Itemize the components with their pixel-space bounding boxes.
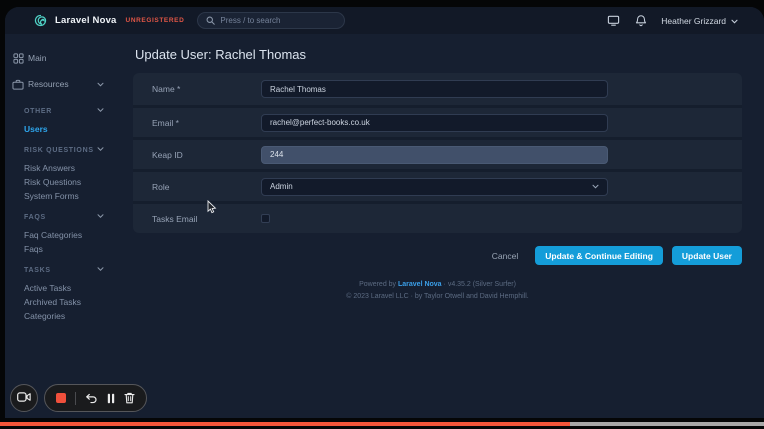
- pause-icon: [107, 393, 115, 403]
- chevron-down-icon: [97, 108, 104, 115]
- pause-button[interactable]: [107, 393, 115, 404]
- footer-powered-by: Powered by: [359, 281, 398, 288]
- footer-line1: Powered by Laravel Nova · v4.35.2 (Silve…: [133, 279, 742, 291]
- keap-id-field: [261, 145, 608, 164]
- form-actions: Cancel Update & Continue Editing Update …: [133, 246, 742, 265]
- video-progress-fill: [0, 422, 570, 426]
- chevron-down-icon: [97, 214, 104, 221]
- grid-icon: [12, 52, 24, 64]
- chevron-down-icon: [592, 182, 599, 191]
- chevron-down-icon: [97, 267, 104, 274]
- sidebar-item-label: Main: [28, 53, 47, 63]
- recording-controls: [10, 384, 147, 412]
- role-selected-value: Admin: [270, 182, 293, 191]
- recorder-toolbar: [44, 384, 147, 412]
- user-name: Heather Grizzard: [661, 15, 726, 26]
- sidebar-item-faq-categories[interactable]: Faq Categories: [5, 228, 130, 242]
- sidebar-item-risk-answers[interactable]: Risk Answers: [5, 161, 130, 175]
- page-title: Update User: Rachel Thomas: [135, 47, 307, 62]
- app-title: Laravel Nova: [55, 15, 117, 26]
- form-row-name: Name *: [133, 73, 742, 105]
- sidebar-item-resources[interactable]: Resources: [5, 71, 130, 97]
- video-camera-icon: [17, 389, 31, 407]
- role-select[interactable]: Admin: [261, 177, 608, 196]
- sidebar-item-system-forms[interactable]: System Forms: [5, 189, 130, 203]
- sidebar-item-users[interactable]: Users: [5, 122, 130, 136]
- group-header-label: RISK QUESTIONS: [24, 146, 94, 154]
- theme-screen-icon[interactable]: [607, 14, 620, 27]
- update-continue-button[interactable]: Update & Continue Editing: [535, 246, 663, 265]
- group-header-label: OTHER: [24, 107, 52, 115]
- sidebar-item-risk-questions[interactable]: Risk Questions: [5, 175, 130, 189]
- search-input[interactable]: Press / to search: [197, 12, 346, 30]
- sidebar-item-categories[interactable]: Categories: [5, 309, 130, 323]
- update-user-form: Name * Email * Keap ID Role: [133, 73, 742, 233]
- laravel-nova-logo-icon: [33, 13, 48, 28]
- footer-version: · v4.35.2 (Silver Surfer): [441, 281, 516, 288]
- video-frame: Laravel Nova UNREGISTERED Press / to sea…: [0, 0, 764, 429]
- search-icon: [206, 12, 216, 30]
- undo-button[interactable]: [85, 393, 98, 404]
- chevron-down-icon: [731, 16, 738, 26]
- briefcase-icon: [12, 78, 24, 90]
- sidebar-item-faqs[interactable]: Faqs: [5, 242, 130, 256]
- sidebar-group-other[interactable]: OTHER: [5, 105, 130, 117]
- undo-icon: [86, 393, 97, 403]
- sidebar-item-main[interactable]: Main: [5, 45, 130, 71]
- main-content: Update User: Rachel Thomas Name * Email …: [130, 34, 764, 418]
- email-label: Email *: [152, 117, 179, 128]
- search-placeholder: Press / to search: [220, 16, 281, 25]
- form-row-role: Role Admin: [133, 169, 742, 201]
- sidebar-group-risk-questions[interactable]: RISK QUESTIONS: [5, 144, 130, 156]
- recorder-divider: [75, 391, 76, 405]
- sidebar-item-active-tasks[interactable]: Active Tasks: [5, 281, 130, 295]
- tasks-email-checkbox[interactable]: [261, 214, 270, 223]
- laravel-nova-link[interactable]: Laravel Nova: [398, 281, 442, 288]
- video-progress-track[interactable]: [0, 422, 764, 426]
- sidebar-group-tasks[interactable]: TASKS: [5, 264, 130, 276]
- top-bar: Laravel Nova UNREGISTERED Press / to sea…: [5, 7, 764, 34]
- name-label: Name *: [152, 84, 181, 94]
- sidebar-item-archived-tasks[interactable]: Archived Tasks: [5, 295, 130, 309]
- keap-id-label: Keap ID: [152, 149, 183, 160]
- group-header-label: TASKS: [24, 266, 51, 274]
- name-field[interactable]: [261, 80, 608, 98]
- tasks-email-label: Tasks Email: [152, 213, 198, 224]
- sidebar-group-faqs[interactable]: FAQS: [5, 211, 130, 223]
- cancel-button[interactable]: Cancel: [492, 251, 518, 261]
- sidebar: Main Resources OTHER Users RISK QUESTION…: [5, 34, 130, 418]
- chevron-down-icon[interactable]: [97, 79, 104, 89]
- chevron-down-icon: [97, 147, 104, 154]
- user-menu[interactable]: Heather Grizzard: [661, 16, 738, 26]
- unregistered-badge: UNREGISTERED: [125, 17, 185, 24]
- email-field[interactable]: [261, 113, 608, 132]
- update-user-button[interactable]: Update User: [671, 246, 742, 265]
- app-body: Main Resources OTHER Users RISK QUESTION…: [5, 34, 764, 418]
- stop-recording-button[interactable]: [56, 393, 66, 403]
- mouse-cursor: [207, 200, 217, 214]
- camera-button[interactable]: [10, 384, 38, 412]
- page-footer: Powered by Laravel Nova · v4.35.2 (Silve…: [133, 279, 742, 303]
- sidebar-item-label: Resources: [28, 79, 69, 89]
- role-label: Role: [152, 181, 170, 192]
- form-row-tasks-email: Tasks Email: [133, 201, 742, 233]
- notifications-bell-icon[interactable]: [634, 14, 647, 27]
- app-window: Laravel Nova UNREGISTERED Press / to sea…: [5, 7, 764, 418]
- form-row-email: Email *: [133, 105, 742, 137]
- form-row-keap-id: Keap ID: [133, 137, 742, 169]
- footer-line2: © 2023 Laravel LLC · by Taylor Otwell an…: [346, 292, 529, 300]
- delete-recording-button[interactable]: [124, 392, 135, 404]
- group-header-label: FAQS: [24, 213, 46, 221]
- trash-icon: [124, 392, 135, 404]
